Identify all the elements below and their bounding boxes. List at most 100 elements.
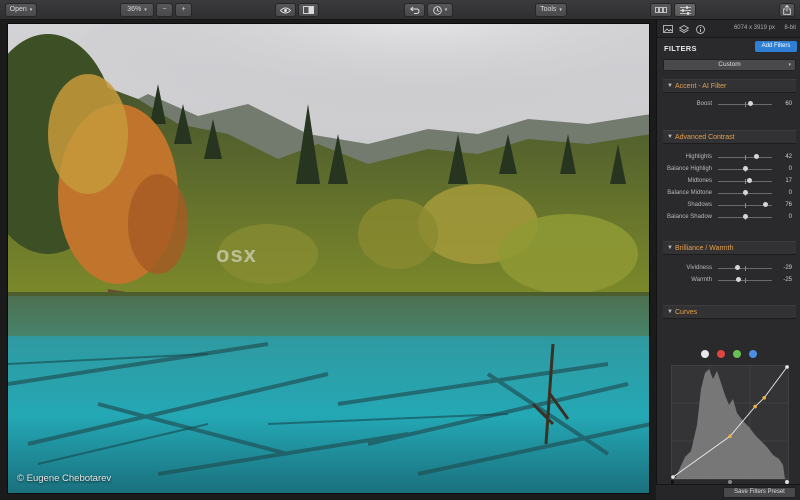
grid-view-icon (655, 7, 667, 13)
share-button[interactable] (779, 3, 795, 17)
section-title: Brilliance / Warmth (675, 245, 734, 252)
compare-icon (303, 6, 314, 14)
slider-value: 60 (785, 101, 792, 107)
slider-midtones[interactable]: Midtones 17 (663, 176, 796, 188)
zoom-out-button[interactable]: − (156, 3, 173, 17)
chevron-down-icon: ▾ (559, 7, 562, 13)
slider-thumb[interactable] (742, 214, 748, 219)
slider-thumb[interactable] (742, 166, 748, 171)
add-filters-button[interactable]: Add Filters (755, 41, 797, 52)
slider-balance-midtones[interactable]: Balance Midtone 0 (663, 188, 796, 200)
chevron-down-icon: ▾ (144, 7, 147, 13)
green-channel-button[interactable] (733, 350, 741, 358)
history-icon (432, 5, 442, 15)
slider-label: Midtones (687, 178, 712, 184)
slider-balance-highlights[interactable]: Balance Highligh 0 (663, 164, 796, 176)
slider-label: Balance Highligh (666, 166, 712, 172)
slider-center-tick (745, 203, 746, 208)
slider-thumb[interactable] (753, 154, 759, 159)
slider-thumb[interactable] (742, 190, 748, 195)
curve-control-point[interactable] (762, 396, 766, 400)
sliders-icon (679, 5, 691, 15)
slider-label: Balance Midtone (667, 190, 712, 196)
bit-depth: 8-bit (784, 25, 796, 31)
curve-control-point[interactable] (785, 365, 789, 369)
slider-value: 17 (785, 178, 792, 184)
slider-thumb[interactable] (763, 202, 769, 207)
slider-boost[interactable]: Boost 60 (663, 99, 796, 111)
slider-vividness[interactable]: Vividness -29 (663, 263, 796, 275)
slider-balance-shadows[interactable]: Balance Shadow 0 (663, 212, 796, 224)
watermark: osx (216, 242, 257, 267)
red-channel-button[interactable] (717, 350, 725, 358)
curve-control-point[interactable] (671, 475, 675, 479)
open-label: Open (9, 6, 27, 13)
save-filters-preset-button[interactable]: Save Filters Preset (723, 487, 796, 498)
curve-control-point[interactable] (753, 404, 757, 409)
adjustments-button[interactable] (674, 3, 696, 17)
section-title: Accent - AI Filter (675, 83, 727, 90)
eye-icon (280, 7, 291, 13)
copyright-text: © Eugene Chebotarev (17, 473, 112, 484)
curve-control-point[interactable] (728, 434, 732, 439)
layers-tab[interactable] (678, 23, 690, 35)
landscape-photo (8, 24, 649, 493)
slider-warmth[interactable]: Warmth -25 (663, 275, 796, 287)
filters-title: FILTERS (664, 44, 697, 53)
share-icon (783, 5, 791, 15)
top-toolbar: Open ▾ 36% ▾ − + ▾ Tools ▾ (0, 0, 800, 20)
blue-channel-button[interactable] (749, 350, 757, 358)
slider-label: Highlights (685, 154, 712, 160)
preset-value: Custom (718, 61, 741, 68)
photo[interactable]: osx © Eugene Chebotarev (7, 23, 650, 494)
grid-view-button[interactable] (650, 3, 672, 17)
section-accent-ai[interactable]: ▼ Accent - AI Filter (663, 79, 796, 93)
tools-button[interactable]: Tools ▾ (535, 3, 567, 17)
image-tab[interactable] (662, 23, 674, 35)
slider-thumb[interactable] (747, 101, 753, 106)
photo-canvas[interactable]: osx © Eugene Chebotarev (0, 20, 656, 500)
chevron-down-icon: ▾ (788, 62, 791, 68)
slider-thumb[interactable] (747, 178, 753, 183)
image-icon (663, 25, 673, 33)
slider-value: 42 (785, 154, 792, 160)
undo-button[interactable] (404, 3, 425, 17)
compare-button[interactable] (298, 3, 319, 17)
slider-value: 76 (785, 202, 792, 208)
open-button[interactable]: Open ▾ (5, 3, 37, 17)
disclosure-triangle-icon: ▼ (667, 309, 673, 315)
zoom-in-label: + (181, 6, 186, 13)
slider-highlights[interactable]: Highlights 42 (663, 152, 796, 164)
slider-value: -25 (783, 277, 792, 283)
history-button[interactable]: ▾ (427, 3, 453, 17)
zoom-select[interactable]: 36% ▾ (120, 3, 154, 17)
preset-select[interactable]: Custom ▾ (663, 59, 796, 71)
info-icon (695, 24, 705, 34)
section-advanced-contrast[interactable]: ▼ Advanced Contrast (663, 130, 796, 144)
layers-icon (679, 24, 689, 33)
slider-value: 0 (788, 190, 792, 196)
slider-thumb[interactable] (734, 265, 740, 270)
section-title: Advanced Contrast (675, 134, 735, 141)
preview-button[interactable] (275, 3, 296, 17)
slider-thumb[interactable] (735, 277, 741, 282)
slider-label: Warmth (691, 277, 712, 283)
slider-shadows[interactable]: Shadows 76 (663, 200, 796, 212)
zoom-value: 36% (127, 6, 142, 13)
zoom-in-button[interactable]: + (175, 3, 192, 17)
undo-icon (409, 6, 420, 14)
slider-label: Shadows (687, 202, 712, 208)
slider-label: Boost (696, 101, 712, 107)
rgb-channel-button[interactable] (701, 350, 709, 358)
section-brilliance-warmth[interactable]: ▼ Brilliance / Warmth (663, 241, 796, 255)
slider-label: Vividness (686, 265, 712, 271)
image-dimensions: 6074 x 3919 px (733, 25, 775, 31)
info-tab[interactable] (694, 23, 706, 35)
slider-value: 0 (788, 166, 792, 172)
section-curves[interactable]: ▼ Curves (663, 305, 796, 319)
slider-value: 0 (788, 214, 792, 220)
zoom-out-label: − (162, 6, 167, 13)
curves-graph[interactable] (670, 364, 790, 485)
chevron-down-icon: ▾ (29, 7, 33, 13)
disclosure-triangle-icon: ▼ (667, 134, 673, 140)
